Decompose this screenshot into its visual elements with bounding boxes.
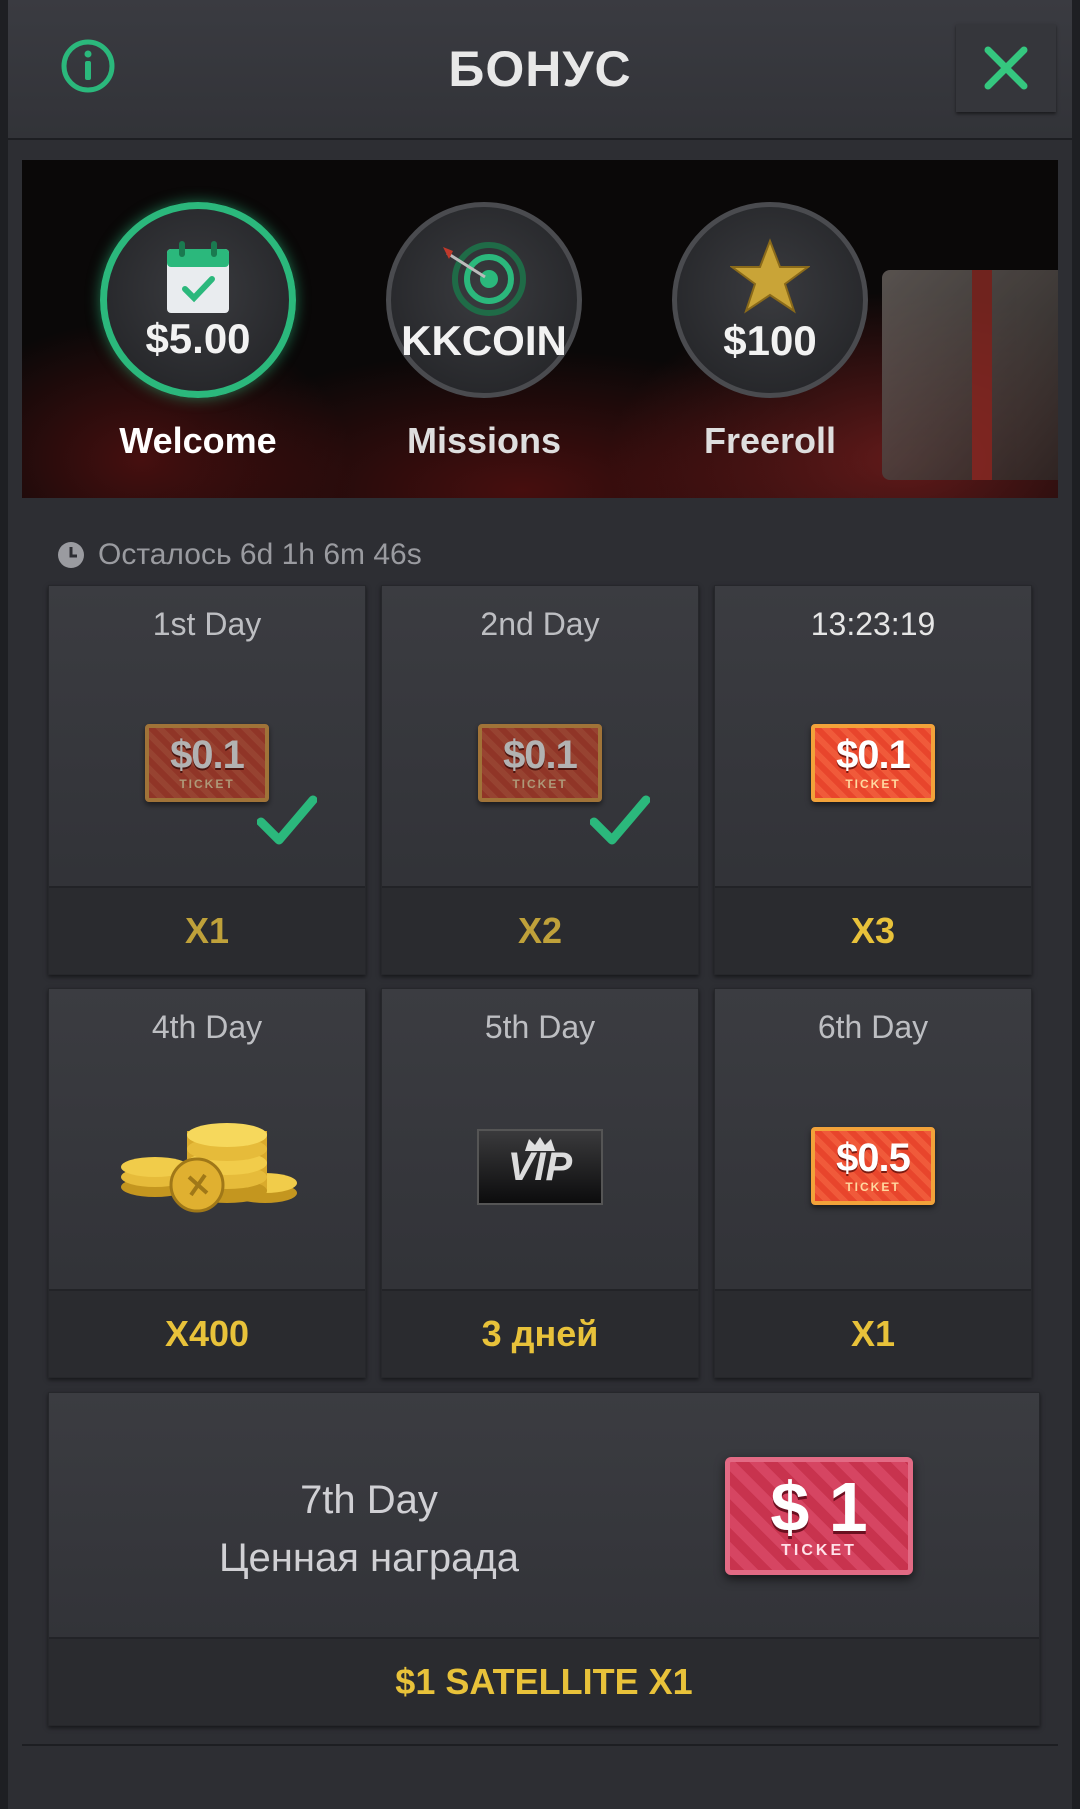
reward-amount: X400 bbox=[49, 1289, 365, 1377]
tab-circle: KKCOIN bbox=[386, 202, 582, 398]
bonus-banner: $5.00 Welcome KKCOIN Missions $100 Freer… bbox=[22, 160, 1058, 498]
claimed-check-icon bbox=[590, 795, 650, 845]
reward-amount: X2 bbox=[382, 886, 698, 974]
day-card-3[interactable]: 13:23:19 $0.1 TICKET X3 bbox=[714, 585, 1032, 975]
claimed-check-icon bbox=[257, 795, 317, 845]
vip-card-icon: VIP bbox=[477, 1129, 603, 1205]
page-title: БОНУС bbox=[448, 41, 632, 97]
reward-amount: 3 дней bbox=[382, 1289, 698, 1377]
final-text: 7th Day Ценная награда bbox=[49, 1471, 689, 1587]
day-card-4[interactable]: 4th Day X400 bbox=[48, 988, 366, 1378]
tab-missions[interactable]: KKCOIN Missions bbox=[384, 202, 584, 462]
ticket-prize: $0.1 TICKET bbox=[145, 724, 269, 802]
bonus-screen: БОНУС $5.00 Welcome KKCOIN Missions $100… bbox=[0, 0, 1080, 1809]
tab-circle: $100 bbox=[672, 202, 868, 398]
reward-amount: X3 bbox=[715, 886, 1031, 974]
day-title: 6th Day bbox=[817, 1009, 929, 1045]
tab-freeroll[interactable]: $100 Freeroll bbox=[670, 202, 870, 462]
tab-value: KKCOIN bbox=[401, 317, 567, 364]
day-countdown: 13:23:19 bbox=[810, 606, 936, 642]
day-card-2[interactable]: 2nd Day $0.1 TICKET X2 bbox=[381, 585, 699, 975]
ticket-icon: $0.1 TICKET bbox=[478, 724, 602, 802]
star-icon bbox=[730, 238, 810, 314]
ticket-prize: $0.5 TICKET bbox=[811, 1127, 935, 1205]
close-icon bbox=[984, 46, 1028, 90]
tab-welcome[interactable]: $5.00 Welcome bbox=[98, 202, 298, 462]
target-icon bbox=[443, 242, 526, 316]
ticket-icon: $0.1 TICKET bbox=[145, 724, 269, 802]
day-subtitle: Ценная награда bbox=[218, 1536, 520, 1580]
ticket-prize: $0.1 TICKET bbox=[478, 724, 602, 802]
coins-icon bbox=[121, 1123, 297, 1213]
clock-icon bbox=[58, 542, 84, 568]
calendar-icon bbox=[167, 241, 229, 313]
reward-amount: $1 SATELLITE X1 bbox=[49, 1637, 1039, 1725]
tab-circle: $5.00 bbox=[100, 202, 296, 398]
gift-box-decoration bbox=[882, 270, 1058, 480]
vip-prize: VIP bbox=[477, 1129, 603, 1205]
countdown: Осталось 6d 1h 6m 46s bbox=[56, 535, 422, 575]
ticket-prize: $0.1 TICKET bbox=[811, 724, 935, 802]
crown-icon bbox=[525, 1137, 555, 1151]
day-card-1[interactable]: 1st Day $0.1 TICKET X1 bbox=[48, 585, 366, 975]
ticket-icon: $0.5 TICKET bbox=[811, 1127, 935, 1205]
day-title: 7th Day bbox=[300, 1478, 438, 1522]
day-title: 4th Day bbox=[151, 1009, 263, 1045]
countdown-text: Осталось 6d 1h 6m 46s bbox=[98, 538, 422, 571]
day-title: 1st Day bbox=[152, 606, 262, 642]
divider bbox=[22, 1744, 1058, 1746]
day-card-5[interactable]: 5th Day VIP 3 дней bbox=[381, 988, 699, 1378]
day-card-7[interactable]: 7th Day Ценная награда $ 1 TICKET $1 SAT… bbox=[48, 1392, 1040, 1726]
tab-label: Missions bbox=[406, 420, 562, 461]
tab-value: $5.00 bbox=[145, 315, 251, 362]
tab-label: Welcome bbox=[119, 420, 277, 461]
tab-label: Freeroll bbox=[703, 420, 837, 461]
day-title: 5th Day bbox=[484, 1009, 596, 1045]
day-title: 2nd Day bbox=[480, 606, 600, 642]
header: БОНУС bbox=[8, 0, 1072, 140]
close-button[interactable] bbox=[956, 24, 1056, 112]
ticket-icon: $0.1 TICKET bbox=[811, 724, 935, 802]
reward-amount: X1 bbox=[49, 886, 365, 974]
reward-amount: X1 bbox=[715, 1289, 1031, 1377]
day-card-6[interactable]: 6th Day $0.5 TICKET X1 bbox=[714, 988, 1032, 1378]
tab-value: $100 bbox=[723, 317, 817, 364]
big-ticket-icon: $ 1 TICKET bbox=[725, 1457, 913, 1575]
